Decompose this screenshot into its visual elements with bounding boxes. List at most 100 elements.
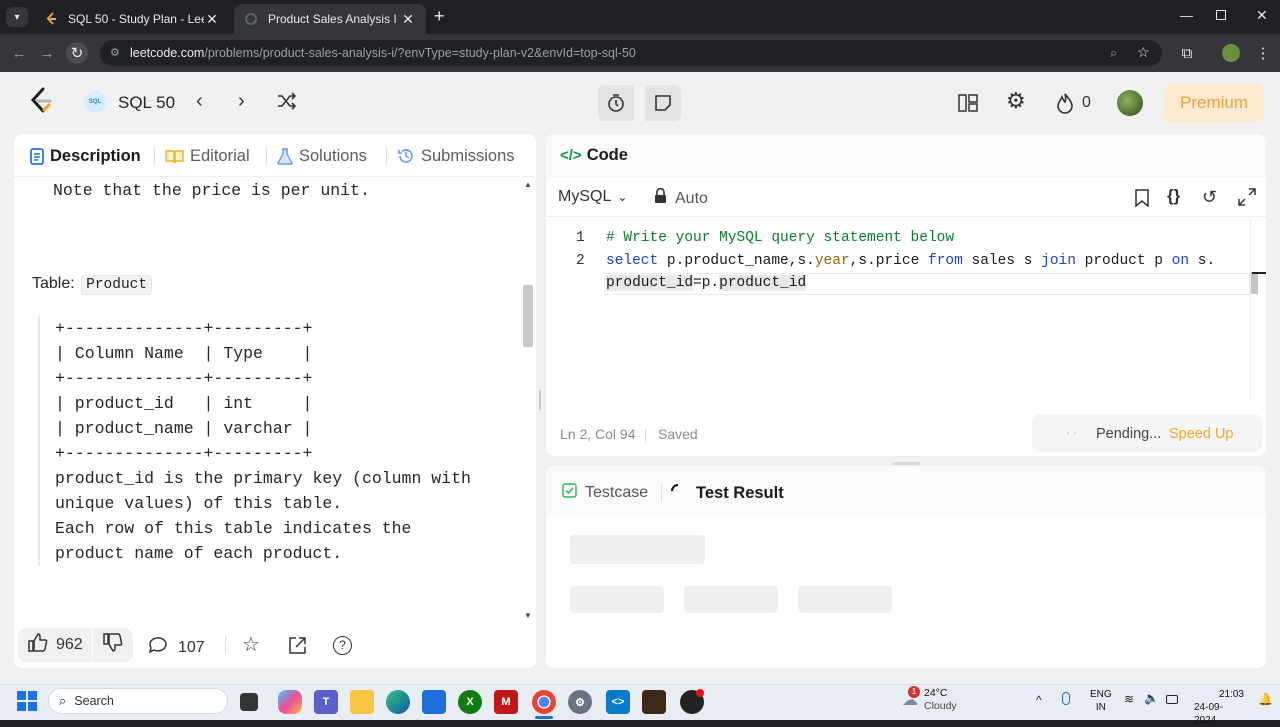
tab-solutions-label: Solutions [299,146,367,165]
new-tab-icon[interactable]: + [434,6,445,27]
game-app-icon[interactable] [642,690,666,714]
format-code-icon[interactable]: {} [1167,186,1180,206]
close-tab-icon[interactable]: ✕ [400,11,416,28]
language-select[interactable]: MySQL ⌄ [558,188,627,206]
speed-up-link[interactable]: Speed Up [1169,426,1234,442]
bookmark-star-icon[interactable]: ☆ [1137,44,1150,61]
tab-test-result[interactable]: Test Result [670,483,784,504]
tab-divider [661,484,662,502]
browser-menu-icon[interactable]: ⋮ [1252,42,1274,64]
tab-search-button[interactable]: ▾ [6,7,28,27]
xbox-icon[interactable]: X [458,690,482,714]
schema-text-line: unique values) of this table. [55,494,343,513]
like-button[interactable]: 962 [18,628,92,662]
lock-icon [654,187,667,209]
lang-secondary: IN [1095,702,1106,713]
bookmark-icon[interactable] [1135,189,1149,212]
shuffle-icon[interactable] [276,92,298,115]
code-line-2-wrap[interactable]: product_id=p.product_id [606,275,807,291]
schema-line: | product_id | int | [55,394,313,413]
notes-icon[interactable] [645,85,681,121]
forward-icon[interactable]: → [36,42,58,64]
leetcode-logo-icon[interactable] [28,86,54,121]
file-explorer-icon[interactable] [350,690,374,714]
wifi-icon[interactable]: ≋ [1124,692,1134,706]
tab-testcase[interactable]: Testcase [562,483,648,503]
clock[interactable]: 21:03 24-09-2024 [1194,688,1244,727]
weather-widget[interactable]: ☁ 1 24°C Cloudy [902,686,957,713]
book-icon [165,149,184,164]
close-window-icon[interactable]: ✕ [1256,7,1268,24]
tab-divider [154,147,155,165]
browser-tab-bar: ▾ SQL 50 - Study Plan - LeetCode ✕ Produ… [0,0,1280,34]
browser-tab-sql50[interactable]: SQL 50 - Study Plan - LeetCode ✕ [34,4,230,34]
language-indicator[interactable]: ENG IN [1090,688,1112,714]
next-problem-icon[interactable]: › [238,90,245,113]
profile-avatar[interactable] [1222,44,1240,62]
vscode-icon[interactable]: <> [606,690,630,714]
code-token: ,s.price [849,253,928,269]
reset-code-icon[interactable]: ↺ [1202,187,1217,208]
tab-divider [266,147,267,165]
like-count: 962 [56,636,83,653]
edge-icon[interactable] [386,690,410,714]
site-info-icon[interactable]: ⚙ [110,46,120,59]
study-plan-title[interactable]: SQL 50 [118,93,175,113]
tab-submissions[interactable]: Submissions [397,145,515,167]
layout-icon[interactable] [958,94,978,117]
extensions-icon[interactable]: ⧉ [1176,42,1198,64]
tab-editorial[interactable]: Editorial [165,145,250,167]
mcafee-icon[interactable]: M [494,690,518,714]
reload-icon[interactable]: ↻ [66,42,88,64]
comments-button[interactable]: 107 [148,636,205,659]
minimize-icon[interactable]: — [1180,8,1193,23]
zoom-icon[interactable]: ⌕ [1110,45,1117,61]
notifications-icon[interactable]: 🔔 [1258,692,1273,706]
timer-icon[interactable] [598,85,634,121]
share-icon[interactable] [288,636,307,660]
tab-description-label: Description [50,146,141,165]
windows-start-icon[interactable] [16,690,38,717]
task-view-icon[interactable] [240,693,258,711]
settings-app-icon[interactable]: ⚙ [568,690,592,714]
scrollbar-thumb[interactable] [523,285,533,347]
chevron-up-icon[interactable]: ^ [1036,693,1042,707]
tab-solutions[interactable]: Solutions [277,145,367,167]
browser-tab-product-sales[interactable]: Product Sales Analysis I - LeetC ✕ [234,4,426,34]
teams-icon[interactable]: T [314,690,338,714]
store-icon[interactable] [422,690,446,714]
code-panel [546,134,1266,456]
code-line-2[interactable]: select p.product_name,s.year,s.price fro… [606,253,1215,269]
volume-icon[interactable]: 🔈 [1144,691,1159,705]
vertical-resize-handle[interactable] [892,462,920,465]
settings-gear-icon[interactable]: ⚙ [1006,88,1026,114]
streak-fire-icon[interactable] [1056,92,1074,119]
help-icon[interactable]: ? [333,636,352,655]
back-icon[interactable]: ← [8,42,30,64]
chrome-icon[interactable] [532,690,556,714]
prev-problem-icon[interactable]: ‹ [196,90,203,113]
footer-divider [225,636,226,654]
scroll-up-arrow[interactable]: ▲ [524,180,532,189]
code-line-1[interactable]: # Write your MySQL query statement below [606,230,954,246]
schema-line: +--------------+---------+ [55,369,313,388]
address-bar[interactable]: ⚙ leetcode.com/problems/product-sales-an… [100,40,1162,66]
dislike-button[interactable] [93,628,133,662]
close-tab-icon[interactable]: ✕ [204,11,220,28]
microphone-icon[interactable] [1062,692,1070,705]
maximize-icon[interactable] [1216,10,1226,20]
panel-resize-handle[interactable] [539,390,541,410]
premium-button[interactable]: Premium [1164,84,1264,122]
tab-description[interactable]: Description [30,145,141,167]
auto-mode[interactable]: Auto [654,187,708,209]
scroll-down-arrow[interactable]: ▼ [524,611,532,620]
fullscreen-icon[interactable] [1238,188,1256,211]
user-avatar[interactable] [1117,90,1143,116]
taskbar-search-box[interactable]: ⌕ Search [48,688,228,714]
favorite-star-icon[interactable]: ☆ [242,632,260,657]
battery-icon[interactable] [1166,695,1178,704]
sql-badge-icon: SQL [84,91,106,113]
copilot-icon[interactable] [278,690,302,714]
editor-scrollbar[interactable] [1250,272,1258,294]
code-tab[interactable]: </> Code [560,146,628,165]
